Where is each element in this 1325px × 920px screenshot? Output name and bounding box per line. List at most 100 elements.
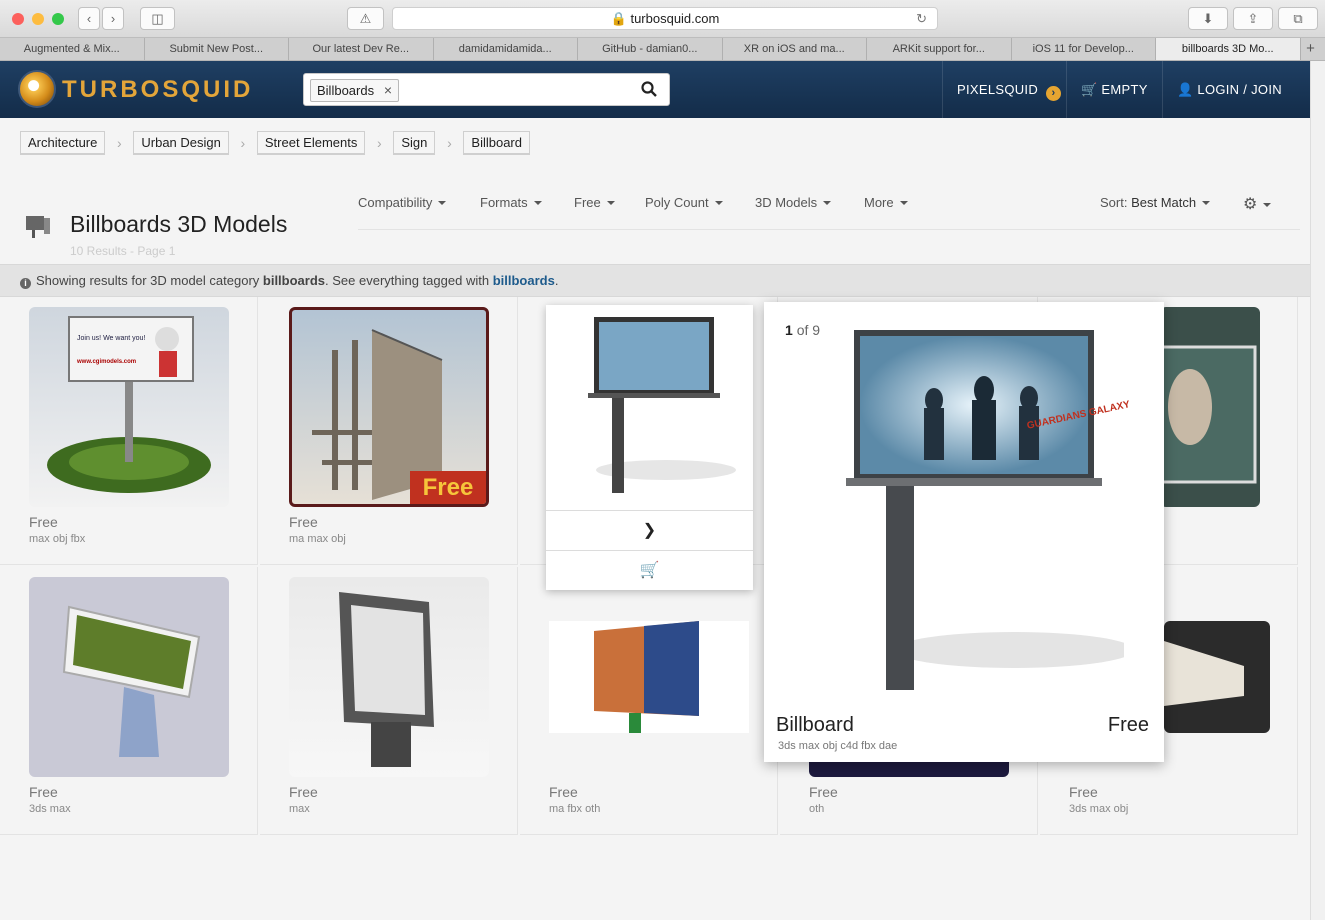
close-window-icon[interactable] <box>12 13 24 25</box>
breadcrumb-urban-design[interactable]: Urban Design <box>133 131 229 155</box>
filter-3d-models[interactable]: 3D Models <box>755 195 832 210</box>
filter-free[interactable]: Free <box>574 195 615 210</box>
product-card[interactable]: Free Free ma max obj <box>260 297 518 565</box>
product-thumbnail[interactable] <box>1164 621 1270 733</box>
tab-1[interactable]: Augmented & Mix... <box>0 38 145 60</box>
scrollbar[interactable] <box>1310 61 1325 920</box>
cart-icon: 🛒 <box>639 562 660 579</box>
forward-button[interactable]: › <box>102 7 124 30</box>
caret-down-icon <box>1202 201 1211 205</box>
tab-8[interactable]: iOS 11 for Develop... <box>1012 38 1156 60</box>
view-details-button[interactable]: ❯ <box>546 510 753 550</box>
product-card[interactable]: Free 3ds max <box>0 567 258 835</box>
chevron-right-icon: ❯ <box>642 522 657 539</box>
product-thumbnail[interactable] <box>289 577 489 777</box>
tab-6[interactable]: XR on iOS and ma... <box>723 38 867 60</box>
add-to-cart-button[interactable]: 🛒 <box>546 550 753 590</box>
filter-compatibility[interactable]: Compatibility <box>358 195 447 210</box>
product-price: Free <box>289 514 318 530</box>
remove-chip-icon[interactable]: × <box>384 80 392 101</box>
share-icon[interactable]: ⇪ <box>1233 7 1273 30</box>
browser-toolbar: ‹ › ◫ ⚠ 🔒 turbosquid.com ↻ ⬇ ⇪ ⧉ <box>0 0 1325 38</box>
product-thumbnail[interactable] <box>546 305 753 510</box>
product-thumbnail[interactable]: Join us! We want you! www.cgimodels.com <box>29 307 229 507</box>
pixelsquid-label: PIXELSQUID <box>957 82 1039 97</box>
product-thumbnail[interactable] <box>29 577 229 777</box>
product-price: Free <box>29 784 58 800</box>
product-card[interactable]: Free ma fbx oth <box>520 567 778 835</box>
tab-active[interactable]: billboards 3D Mo... <box>1156 38 1301 60</box>
product-card[interactable]: Free max <box>260 567 518 835</box>
product-price: Free <box>809 784 838 800</box>
breadcrumb-street-elements[interactable]: Street Elements <box>256 131 366 155</box>
chevron-right-icon: › <box>117 135 122 151</box>
turbosquid-logo-icon[interactable] <box>18 70 56 108</box>
gear-icon[interactable]: ⚙ <box>1243 194 1272 214</box>
chevron-right-icon: › <box>240 135 246 151</box>
product-formats: oth <box>809 803 825 815</box>
caret-down-icon <box>533 201 542 205</box>
tab-4[interactable]: damidamidamida... <box>434 38 578 60</box>
hover-product-card[interactable]: ❯ 🛒 <box>546 305 753 590</box>
maximize-window-icon[interactable] <box>52 13 64 25</box>
filter-more[interactable]: More <box>864 195 908 210</box>
product-formats: 3ds max <box>29 803 71 815</box>
product-thumbnail[interactable]: Free <box>289 307 489 507</box>
user-icon: 👤 <box>1177 82 1194 97</box>
downloads-icon[interactable]: ⬇ <box>1188 7 1228 30</box>
filter-poly-count[interactable]: Poly Count <box>645 195 723 210</box>
filter-formats[interactable]: Formats <box>480 195 542 210</box>
url-text: turbosquid.com <box>630 11 720 26</box>
tab-7[interactable]: ARKit support for... <box>867 38 1012 60</box>
cart-label: EMPTY <box>1101 82 1148 97</box>
page-title: Billboards 3D Models <box>70 211 288 237</box>
pixelsquid-link[interactable]: PIXELSQUID › <box>942 61 1062 118</box>
login-link[interactable]: 👤 LOGIN / JOIN <box>1162 61 1310 118</box>
product-preview-popup[interactable]: 1 of 9 GUARDIANS GALAXY Billboard Free 3… <box>764 302 1164 762</box>
tabs-overview-icon[interactable]: ⧉ <box>1278 7 1318 30</box>
search-icon[interactable] <box>641 81 657 97</box>
caret-down-icon <box>823 201 832 205</box>
tag-link[interactable]: billboards <box>493 273 555 288</box>
caret-down-icon <box>714 201 723 205</box>
product-card[interactable]: Join us! We want you! www.cgimodels.com … <box>0 297 258 565</box>
product-formats: max <box>289 803 310 815</box>
address-bar[interactable]: 🔒 turbosquid.com ↻ <box>392 7 938 30</box>
product-thumbnail[interactable] <box>1160 307 1260 507</box>
preview-title: Billboard <box>776 714 854 736</box>
back-button[interactable]: ‹ <box>78 7 100 30</box>
breadcrumb-billboard[interactable]: Billboard <box>463 131 530 155</box>
search-chip[interactable]: Billboards × <box>310 79 400 102</box>
breadcrumb-sign[interactable]: Sign <box>393 131 436 155</box>
preview-formats: 3ds max obj c4d fbx dae <box>778 740 898 752</box>
minimize-window-icon[interactable] <box>32 13 44 25</box>
preview-price: Free <box>1107 714 1149 736</box>
search-box[interactable]: Billboards × <box>303 73 670 106</box>
chevron-right-icon: › <box>377 135 382 151</box>
info-icon: i <box>20 278 31 289</box>
warning-icon[interactable]: ⚠ <box>347 7 384 30</box>
product-thumbnail[interactable] <box>549 621 749 733</box>
free-badge: Free <box>410 471 486 504</box>
tab-5[interactable]: GitHub - damian0... <box>578 38 723 60</box>
product-price: Free <box>1069 784 1098 800</box>
tab-3[interactable]: Our latest Dev Re... <box>289 38 434 60</box>
cart-link[interactable]: 🛒 EMPTY <box>1066 61 1162 118</box>
sidebar-toggle-icon[interactable]: ◫ <box>140 7 175 30</box>
product-formats: ma fbx oth <box>549 803 601 815</box>
new-tab-button[interactable]: + <box>1301 38 1321 60</box>
breadcrumb-architecture[interactable]: Architecture <box>20 131 106 155</box>
divider <box>358 229 1300 230</box>
browser-window: ‹ › ◫ ⚠ 🔒 turbosquid.com ↻ ⬇ ⇪ ⧉ Augment… <box>0 0 1325 920</box>
sort-dropdown[interactable]: Sort: Best Match <box>1100 195 1211 210</box>
info-banner: i Showing results for 3D model category b… <box>0 264 1310 297</box>
reload-icon[interactable]: ↻ <box>916 8 927 29</box>
logo-text[interactable]: TURBOSQUID <box>62 76 253 104</box>
image-counter: 1 of 9 <box>785 322 821 338</box>
caret-down-icon <box>899 201 908 205</box>
preview-image <box>846 330 1124 690</box>
lock-icon: 🔒 <box>610 11 627 26</box>
caret-down-icon <box>606 201 615 205</box>
sort-label: Sort: <box>1100 195 1128 210</box>
tab-2[interactable]: Submit New Post... <box>145 38 289 60</box>
